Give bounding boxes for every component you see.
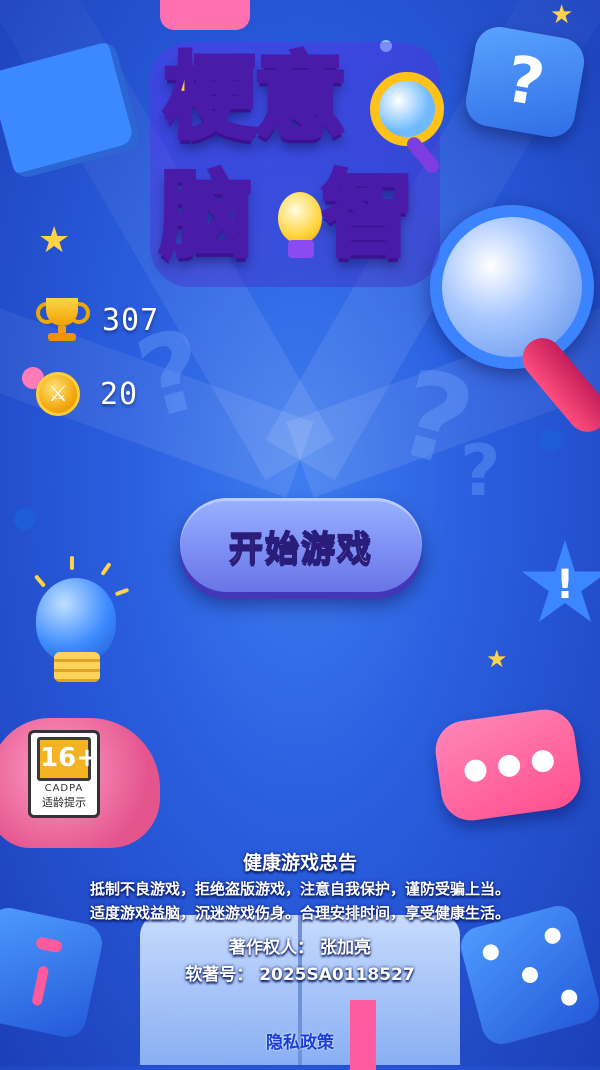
light-ray [70,556,74,570]
lightbulb-icon [36,578,116,663]
decor-dot [14,508,36,530]
chat-dot [463,758,488,784]
magnifier-icon [430,205,594,369]
health-notice-line-1: 抵制不良游戏，拒绝盗版游戏，注意自我保护，谨防受骗上当。 [89,880,510,898]
exclamation-star-icon: ! [521,540,600,622]
book-ribbon [350,1000,376,1070]
puzzle-icon [160,0,250,30]
age-rating-number: 16+ [37,737,98,781]
score-stat: 307 [36,298,159,342]
logo-magnifier-icon [370,72,444,146]
start-game-button[interactable]: 开始游戏 [180,498,422,592]
logo-line-1: 梗意 [161,44,348,151]
health-notice-title: 健康游戏忠告 [242,852,357,874]
score-value: 307 [102,302,160,338]
health-notice-line-2: 适度游戏益脑，沉迷游戏伤身。合理安排时间，享受健康生活。 [89,904,510,922]
age-rating-org: CADPA [44,783,84,794]
age-rating-badge[interactable]: 16+ CADPA 适龄提示 [28,730,100,818]
logo-lightbulb-base [288,240,314,258]
star-icon: ★ [486,645,508,673]
light-ray [114,587,130,597]
light-ray [100,562,112,576]
logo-char-nao: 脑 [157,162,254,269]
background-question-icon: ? [460,430,501,512]
logo-char-zhi: 智 [320,162,417,269]
lightbulb-base [54,652,100,682]
coin-stat: ⚔ 20 [36,372,138,416]
coin-value: 20 [100,376,139,412]
light-ray [33,574,47,588]
trophy-icon [36,298,90,342]
star-icon: ★ [38,220,71,261]
dice-pip [559,987,579,1008]
chat-bubble-icon [431,705,585,825]
copyright-holder: 著作权人： 张加亮 [229,938,371,958]
question-bubble-icon: ? [462,23,588,141]
star-icon: ★ [550,0,574,30]
decor-dot [540,430,562,452]
coin-icon: ⚔ [36,372,80,416]
privacy-policy-link[interactable]: 隐私政策 [250,1028,350,1053]
logo-lightbulb-icon [278,192,322,244]
software-registration-number: 软著号： 2025SA0118527 [185,965,415,985]
game-logo: 梗意 脑智 [150,42,444,287]
age-rating-tip: 适龄提示 [42,796,86,809]
chat-dot [530,748,556,774]
chat-dot [496,753,522,779]
